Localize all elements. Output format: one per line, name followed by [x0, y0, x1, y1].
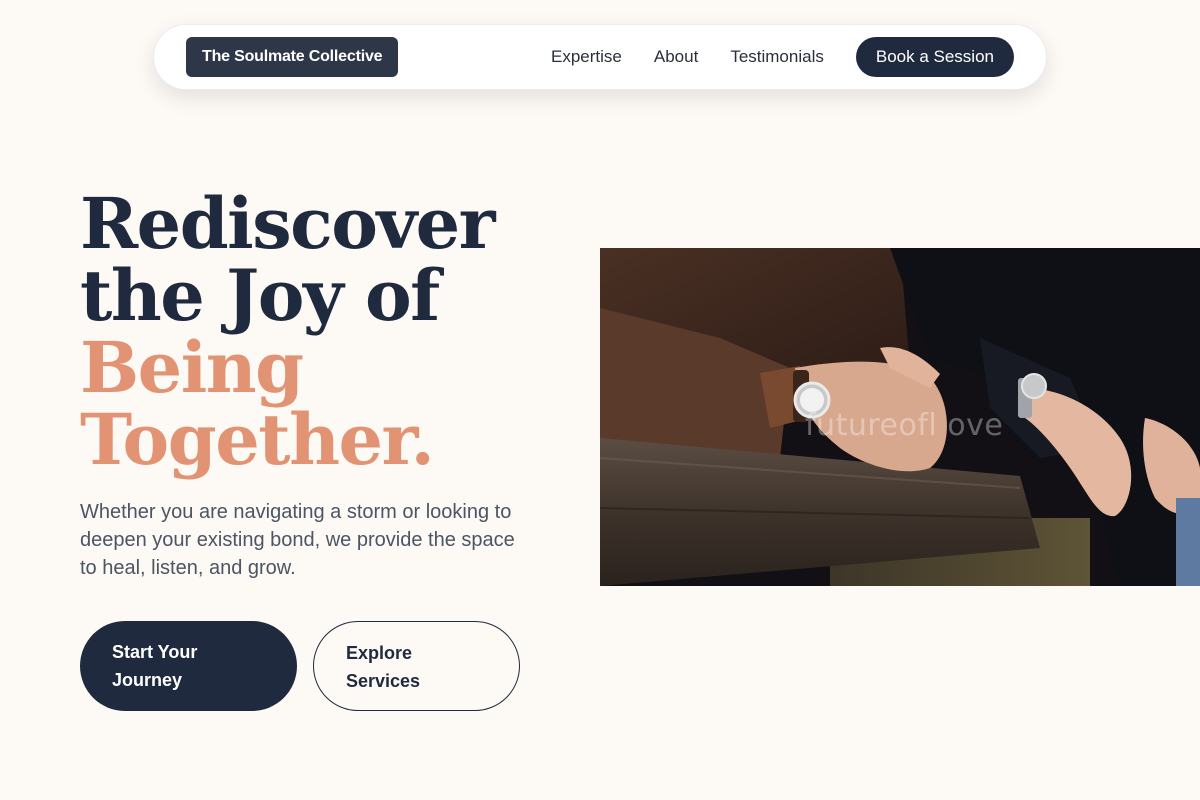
- photo-watermark: futureofl ove: [805, 408, 1004, 443]
- brand-logo[interactable]: The Soulmate Collective: [186, 37, 399, 77]
- landing-page: The Soulmate Collective Expertise About …: [0, 0, 1200, 800]
- start-journey-button[interactable]: Start Your Journey: [80, 621, 297, 711]
- hero-photo: futureofl ove: [600, 248, 1200, 586]
- nav-link-testimonials[interactable]: Testimonials: [730, 47, 824, 67]
- headline-line-3: Being: [80, 326, 304, 409]
- hero-headline: Rediscover the Joy of Being Together.: [80, 182, 496, 481]
- headline-line-1: Rediscover: [80, 182, 496, 265]
- book-session-button[interactable]: Book a Session: [855, 37, 1014, 77]
- navbar: The Soulmate Collective Expertise About …: [153, 24, 1047, 90]
- hero-subtext: Whether you are navigating a storm or lo…: [80, 501, 515, 579]
- nav-link-expertise[interactable]: Expertise: [551, 47, 622, 67]
- headline-line-4: Together.: [80, 398, 435, 481]
- headline-line-2: the Joy of: [80, 254, 440, 337]
- nav-link-about[interactable]: About: [654, 47, 698, 67]
- explore-services-button[interactable]: Explore Services: [313, 621, 520, 711]
- nav-links: Expertise About Testimonials Book a Sess…: [551, 37, 1014, 77]
